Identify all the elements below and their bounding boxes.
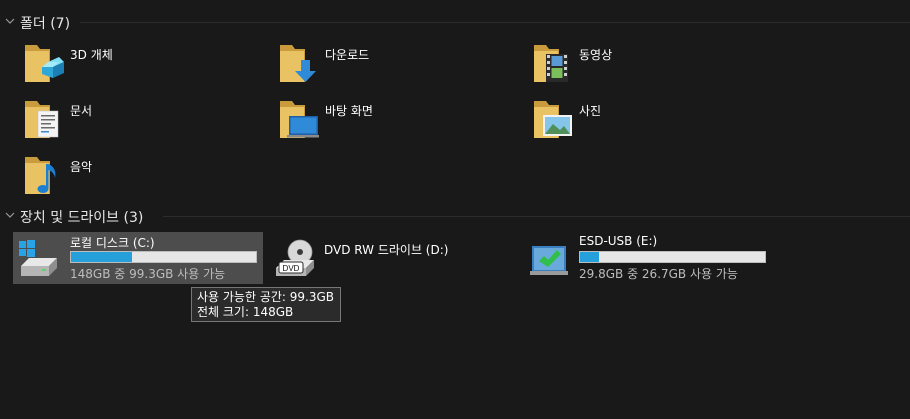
dvd-badge-text: DVD — [283, 264, 300, 273]
drive-name: ESD-USB (E:) — [579, 234, 658, 248]
folder-label: 바탕 화면 — [325, 104, 373, 118]
group-divider — [163, 216, 910, 217]
folder-item-desktop[interactable]: 바탕 화면 — [279, 96, 509, 144]
drive-item-e[interactable]: ESD-USB (E:) 29.8GB 중 26.7GB 사용 가능 — [522, 232, 772, 284]
folders-group-title: 폴더 (7) — [20, 16, 71, 32]
folder-item-3d-objects[interactable]: 3D 개체 — [24, 40, 254, 88]
folder-label: 문서 — [70, 104, 93, 118]
folder-label: 다운로드 — [325, 48, 370, 62]
documents-folder-icon — [25, 101, 59, 138]
drive-item-d[interactable]: DVD DVD RW 드라이브 (D:) — [270, 232, 520, 284]
pictures-folder-icon — [534, 101, 572, 138]
drive-usage-fill — [580, 252, 599, 262]
devices-group-title: 장치 및 드라이브 (3) — [20, 210, 144, 226]
folders-group-header[interactable]: 폴더 (7) — [0, 11, 910, 32]
dvd-drive-icon: DVD — [276, 239, 314, 276]
folder-label: 사진 — [579, 104, 602, 118]
drive-usage-bar — [579, 251, 766, 263]
usb-drive-icon — [530, 246, 568, 275]
folder-label: 동영상 — [579, 48, 613, 62]
drive-usage-fill — [71, 252, 133, 262]
folder-item-documents[interactable]: 문서 — [24, 96, 254, 144]
devices-group-header[interactable]: 장치 및 드라이브 (3) — [0, 205, 910, 226]
music-folder-icon — [25, 157, 56, 194]
folder-label: 3D 개체 — [70, 48, 113, 62]
tooltip-total-size: 전체 크기: 148GB — [197, 305, 294, 319]
downloads-folder-icon — [280, 45, 316, 82]
drive-space-info: 29.8GB 중 26.7GB 사용 가능 — [579, 267, 738, 281]
folder-label: 음악 — [70, 160, 93, 174]
chevron-down-icon[interactable] — [4, 209, 16, 221]
3d-objects-folder-icon — [25, 45, 64, 82]
group-divider — [80, 22, 910, 23]
folder-item-downloads[interactable]: 다운로드 — [279, 40, 509, 88]
tooltip-free-space: 사용 가능한 공간: 99.3GB — [197, 290, 335, 304]
folder-item-pictures[interactable]: 사진 — [533, 96, 763, 144]
chevron-down-icon[interactable] — [4, 15, 16, 27]
folder-item-videos[interactable]: 동영상 — [533, 40, 763, 88]
drive-name: 로컬 디스크 (C:) — [70, 236, 155, 250]
desktop-folder-icon — [280, 101, 319, 138]
drive-usage-bar — [70, 251, 257, 263]
windows-drive-icon — [19, 240, 57, 276]
drive-tooltip: 사용 가능한 공간: 99.3GB 전체 크기: 148GB — [191, 287, 341, 322]
drive-name: DVD RW 드라이브 (D:) — [324, 243, 449, 257]
videos-folder-icon — [534, 45, 568, 82]
file-explorer-this-pc: 폴더 (7) 3D 개체 다운로드 동영상 문서 바탕 화면 사진 음악 장치 … — [0, 0, 910, 419]
folder-item-music[interactable]: 음악 — [24, 152, 254, 200]
drive-item-c[interactable]: 로컬 디스크 (C:) 148GB 중 99.3GB 사용 가능 — [13, 232, 263, 284]
drive-space-info: 148GB 중 99.3GB 사용 가능 — [70, 267, 226, 281]
